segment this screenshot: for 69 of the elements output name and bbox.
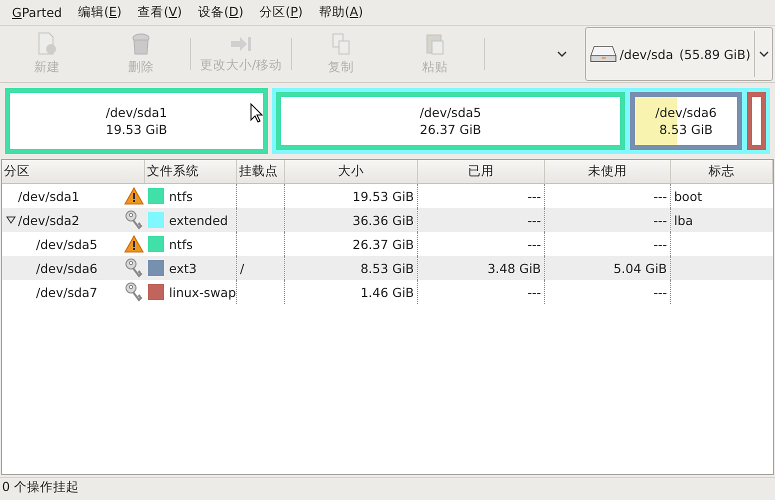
partition-label: /dev/sda5 [420, 104, 482, 121]
status-text: 0 个操作挂起 [2, 479, 79, 496]
chevron-icon [758, 51, 769, 57]
size-cell: 19.53 GiB [352, 188, 414, 204]
column-header[interactable]: 未使用 [545, 160, 671, 183]
copy-icon [331, 32, 351, 56]
partition-size: 8.53 GiB [659, 121, 713, 138]
mouse-pointer-icon [250, 103, 263, 123]
unused-cell: --- [653, 188, 667, 204]
partition-size: 26.37 GiB [420, 121, 482, 138]
filesystem-name: ext3 [169, 260, 197, 276]
filesystem-name: ntfs [169, 188, 193, 204]
partition-block[interactable]: /dev/sda6 8.53 GiB [630, 92, 742, 150]
menu-item[interactable]: 编辑(E) [70, 4, 130, 21]
filesystem-name: linux-swap [169, 284, 236, 300]
filesystem-name: ntfs [169, 236, 193, 252]
column-header[interactable]: 文件系统 [145, 160, 237, 183]
used-cell: --- [527, 284, 541, 300]
unused-cell: 5.04 GiB [613, 260, 667, 276]
partition-name: /dev/sda2 [18, 212, 81, 228]
partition-block[interactable]: /dev/sda1 19.53 GiB [5, 88, 268, 154]
menu-item[interactable]: 帮助(A) [310, 4, 372, 21]
warning-icon [124, 235, 144, 253]
column-header[interactable]: 已用 [418, 160, 545, 183]
expander-icon[interactable] [6, 216, 16, 224]
arrow-to-bar-icon [229, 34, 253, 54]
column-header[interactable]: 标志 [671, 160, 773, 183]
warning-icon [124, 187, 144, 205]
hard-drive-icon [590, 44, 617, 64]
partition-block[interactable]: /dev/sda5 26.37 GiB [276, 92, 625, 150]
partition-name: /dev/sda6 [36, 260, 99, 276]
trash-icon [131, 32, 151, 56]
flags-cell: lba [674, 212, 694, 228]
unused-cell: --- [653, 236, 667, 252]
menu-item[interactable]: 查看(V) [130, 4, 190, 21]
unused-cell: --- [653, 212, 667, 228]
new-document-icon [36, 32, 58, 56]
extended-partition-block[interactable]: /dev/sda5 26.37 GiB /dev/sda6 8.53 GiB [272, 88, 770, 154]
size-cell: 26.37 GiB [352, 236, 414, 252]
key-icon [124, 282, 144, 302]
partition-name: /dev/sda1 [18, 188, 81, 204]
key-icon [124, 210, 144, 230]
column-header[interactable]: 大小 [285, 160, 418, 183]
partition-name: /dev/sda7 [36, 284, 99, 300]
partition-block[interactable] [747, 92, 766, 150]
chevron-icon [557, 51, 567, 57]
menu-item[interactable]: 设备(D) [190, 4, 252, 21]
used-cell: 3.48 GiB [487, 260, 541, 276]
menu-item[interactable]: GParted [4, 5, 70, 20]
size-cell: 36.36 GiB [352, 212, 414, 228]
column-header[interactable]: 挂载点 [237, 160, 285, 183]
partition-label: /dev/sda6 [655, 104, 717, 121]
size-cell: 1.46 GiB [360, 284, 414, 300]
used-cell: --- [527, 212, 541, 228]
partition-label: /dev/sda1 [106, 104, 168, 121]
clipboard-icon [425, 32, 445, 56]
unused-cell: --- [653, 284, 667, 300]
flags-cell: boot [674, 188, 702, 204]
filesystem-name: extended [169, 212, 228, 228]
menu-item[interactable]: 分区(P) [251, 4, 311, 21]
used-cell: --- [527, 236, 541, 252]
used-cell: --- [527, 188, 541, 204]
key-icon [124, 258, 144, 278]
device-selector[interactable]: /dev/sda (55.89 GiB) [585, 27, 773, 81]
mount-point: / [240, 260, 244, 276]
partition-name: /dev/sda5 [36, 236, 99, 252]
column-header[interactable]: 分区 [2, 160, 145, 183]
partition-size: 19.53 GiB [106, 121, 168, 138]
size-cell: 8.53 GiB [360, 260, 414, 276]
